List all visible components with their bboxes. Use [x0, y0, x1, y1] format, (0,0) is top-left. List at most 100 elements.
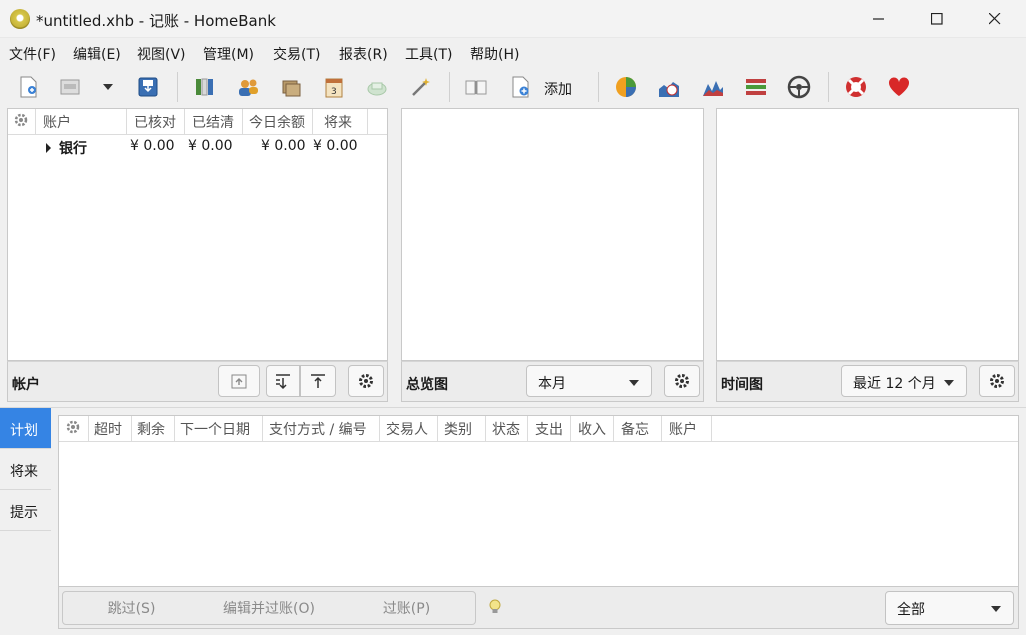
tab-tips[interactable]: 提示	[0, 490, 51, 531]
bottom-side-tabs: 计划 将来 提示	[0, 408, 52, 635]
menu-report[interactable]: 报表(R)	[339, 44, 388, 64]
col-category[interactable]: 类别	[438, 416, 486, 441]
toolbar-separator	[598, 72, 599, 102]
dropdown-arrow-icon	[103, 84, 113, 90]
assignment-wizard-button[interactable]	[407, 74, 433, 100]
open-account-icon	[231, 374, 247, 389]
budget-report-button[interactable]	[743, 74, 769, 100]
col-overdue[interactable]: 超时	[89, 416, 132, 441]
window-title: *untitled.xhb - 记账 - HomeBank	[36, 12, 276, 30]
col-reconciled[interactable]: 已核对	[127, 109, 185, 134]
new-file-button[interactable]	[15, 74, 41, 100]
open-register-button[interactable]	[463, 74, 489, 100]
col-status[interactable]: 状态	[486, 416, 528, 441]
payees-manage-button[interactable]	[235, 74, 261, 100]
accounts-manage-button[interactable]	[191, 74, 217, 100]
col-future[interactable]: 将来	[313, 109, 368, 134]
overview-footer: 总览图 本月	[401, 361, 704, 402]
toolbar-separator	[177, 72, 178, 102]
col-income[interactable]: 收入	[571, 416, 614, 441]
col-next-date[interactable]: 下一个日期	[175, 416, 263, 441]
balance-report-button[interactable]	[700, 74, 726, 100]
collapse-all-button[interactable]	[300, 365, 336, 397]
col-payee[interactable]: 交易人	[380, 416, 438, 441]
open-recent-dropdown[interactable]	[95, 74, 121, 100]
overview-settings-button[interactable]	[664, 365, 700, 397]
col-remaining[interactable]: 剩余	[132, 416, 175, 441]
menu-view[interactable]: 视图(V)	[137, 44, 186, 64]
gear-icon	[14, 113, 28, 127]
chevron-down-icon	[944, 380, 954, 386]
close-icon	[989, 13, 1001, 25]
statistics-report-button[interactable]	[613, 74, 639, 100]
overview-period-select[interactable]: 本月	[526, 365, 652, 397]
col-cleared[interactable]: 已结清	[185, 109, 243, 134]
col-account[interactable]: 账户	[36, 109, 127, 134]
open-file-button[interactable]	[57, 74, 83, 100]
add-transaction-label[interactable]: 添加	[544, 79, 572, 99]
collapse-all-icon	[311, 374, 325, 388]
pane-divider[interactable]	[0, 407, 1026, 408]
time-chart-footer: 时间图 最近 12 个月	[716, 361, 1019, 402]
trend-time-report-button[interactable]	[656, 74, 682, 100]
help-button[interactable]	[843, 74, 869, 100]
area-chart-icon	[703, 81, 723, 96]
menu-edit[interactable]: 编辑(E)	[73, 44, 121, 64]
col-today[interactable]: 今日余额	[243, 109, 313, 134]
menu-bar: 文件(F) 编辑(E) 视图(V) 管理(M) 交易(T) 报表(R) 工具(T…	[0, 38, 1026, 66]
steering-wheel-icon	[787, 75, 811, 99]
schedule-filter-value: 全部	[897, 602, 925, 618]
gear-icon	[66, 420, 80, 434]
budget-icon	[367, 82, 387, 96]
account-group-row[interactable]: 银行 ¥ 0.00 ¥ 0.00 ¥ 0.00 ¥ 0.00	[8, 137, 387, 159]
chevron-down-icon	[991, 606, 1001, 612]
col-payment-number[interactable]: 支付方式 / 编号	[263, 416, 380, 441]
close-button[interactable]	[966, 0, 1024, 38]
chevron-down-icon	[629, 380, 639, 386]
account-open-button[interactable]	[218, 365, 260, 397]
menu-manage[interactable]: 管理(M)	[203, 44, 254, 64]
new-file-icon	[20, 76, 37, 98]
minimize-button[interactable]	[850, 0, 908, 38]
homebank-app-icon	[10, 9, 30, 29]
schedule-filter-select[interactable]: 全部	[885, 591, 1014, 625]
col-memo[interactable]: 备忘	[614, 416, 662, 441]
edit-and-post-button[interactable]: 编辑并过账(O)	[200, 591, 339, 625]
menu-help[interactable]: 帮助(H)	[470, 44, 519, 64]
expand-all-button[interactable]	[266, 365, 300, 397]
maximize-button[interactable]	[908, 0, 966, 38]
time-chart-period-select[interactable]: 最近 12 个月	[841, 365, 967, 397]
scheduled-manage-button[interactable]: 3	[321, 74, 347, 100]
scheduled-header: 超时 剩余 下一个日期 支付方式 / 编号 交易人 类别 状态 支出 收入 备忘…	[59, 416, 1018, 442]
donate-button[interactable]	[886, 74, 912, 100]
pie-chart-icon	[616, 77, 636, 97]
scheduled-column-settings[interactable]	[59, 416, 89, 441]
menu-transaction[interactable]: 交易(T)	[273, 44, 320, 64]
vehicle-cost-report-button[interactable]	[786, 74, 812, 100]
accounts-settings-button[interactable]	[348, 365, 384, 397]
col-expense[interactable]: 支出	[528, 416, 571, 441]
accounts-panel: 账户 已核对 已结清 今日余额 将来 银行 ¥ 0.00 ¥ 0.00 ¥ 0.…	[7, 108, 388, 361]
skip-button[interactable]: 跳过(S)	[62, 591, 201, 625]
post-button[interactable]: 过账(P)	[338, 591, 476, 625]
menu-tools[interactable]: 工具(T)	[405, 44, 452, 64]
scheduled-list: 超时 剩余 下一个日期 支付方式 / 编号 交易人 类别 状态 支出 收入 备忘…	[58, 415, 1019, 587]
budget-button[interactable]	[364, 74, 390, 100]
time-chart-area	[716, 108, 1019, 361]
tab-scheduled[interactable]: 计划	[0, 408, 51, 449]
col-account[interactable]: 账户	[662, 416, 712, 441]
tab-future[interactable]: 将来	[0, 449, 51, 490]
add-transaction-button[interactable]	[507, 74, 533, 100]
accounts-column-settings[interactable]	[8, 109, 36, 134]
toolbar-separator	[828, 72, 829, 102]
account-group-name: 银行	[59, 141, 87, 157]
expand-arrow-icon[interactable]	[45, 143, 52, 153]
menu-file[interactable]: 文件(F)	[9, 44, 56, 64]
time-chart-footer-label: 时间图	[721, 377, 763, 393]
time-chart-settings-button[interactable]	[979, 365, 1015, 397]
payees-icon	[239, 79, 258, 96]
categories-manage-button[interactable]	[278, 74, 304, 100]
overview-period-value: 本月	[538, 376, 566, 392]
expand-all-icon	[276, 374, 290, 390]
save-button[interactable]	[135, 74, 161, 100]
